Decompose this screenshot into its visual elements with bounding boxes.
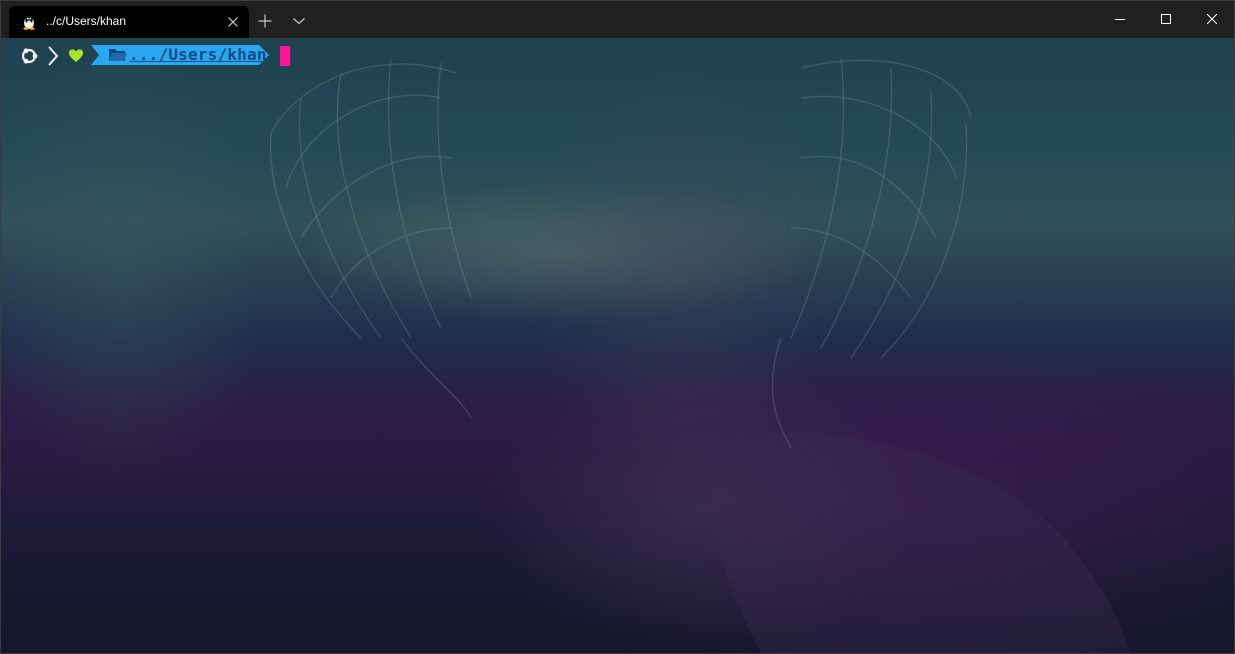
close-button[interactable] xyxy=(1189,1,1234,38)
text-cursor xyxy=(280,46,290,66)
chevron-down-icon[interactable] xyxy=(291,13,307,29)
linux-penguin-icon xyxy=(23,15,35,30)
minimize-icon xyxy=(1115,19,1125,20)
terminal-window: ../c/Users/khan .../Users/khan xyxy=(0,0,1235,654)
close-icon xyxy=(1207,14,1217,24)
terminal-pane[interactable]: .../Users/khan xyxy=(1,38,1234,653)
minimize-button[interactable] xyxy=(1097,1,1143,38)
folder-icon xyxy=(109,49,127,61)
chevron-right-icon xyxy=(48,46,59,66)
shell-prompt: .../Users/khan xyxy=(1,38,401,74)
tab-title: ../c/Users/khan xyxy=(46,14,127,28)
plus-icon[interactable] xyxy=(257,13,273,29)
ubuntu-icon xyxy=(21,48,38,64)
close-tab-icon[interactable] xyxy=(225,14,241,30)
heart-icon xyxy=(68,49,84,62)
maximize-button[interactable] xyxy=(1143,1,1189,38)
maximize-icon xyxy=(1161,14,1171,24)
current-directory: .../Users/khan xyxy=(129,45,267,64)
tab-active[interactable]: ../c/Users/khan xyxy=(9,6,249,38)
title-bar[interactable]: ../c/Users/khan xyxy=(1,1,1234,38)
background-image xyxy=(1,48,1131,653)
